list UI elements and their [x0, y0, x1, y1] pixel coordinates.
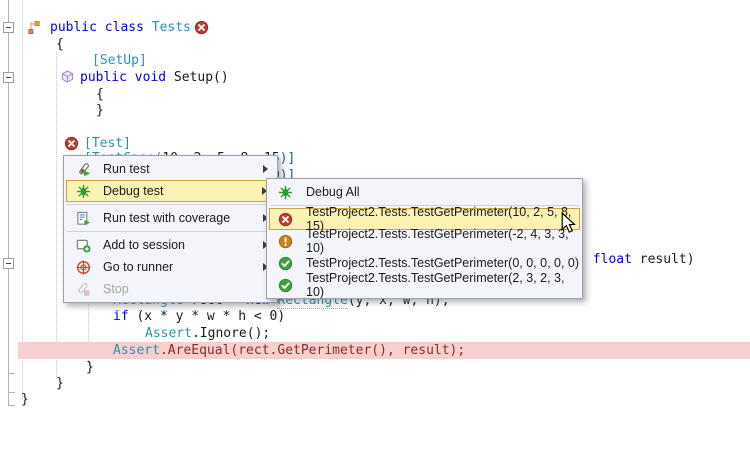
- stop-icon: [75, 281, 92, 297]
- code-line: Assert.Ignore();: [145, 325, 270, 342]
- code-line: if (x * y * w * h < 0): [113, 308, 285, 325]
- menu-item-label: Run test with coverage: [103, 211, 263, 225]
- submenu-item-debug-all[interactable]: Debug All: [269, 181, 580, 203]
- coverage-icon: [75, 210, 92, 226]
- menu-item-run-test[interactable]: Run test: [66, 158, 275, 180]
- menu-item-label: Debug test: [103, 184, 262, 198]
- menu-item-go-to-runner[interactable]: Go to runner: [66, 256, 275, 278]
- menu-item-debug-test[interactable]: Debug test: [66, 180, 275, 202]
- code-line: [Test]: [84, 135, 131, 152]
- error-status-icon: [64, 136, 79, 151]
- run-test-icon: [75, 161, 92, 177]
- runner-icon: [75, 259, 92, 275]
- debug-icon: [75, 183, 92, 199]
- menu-separator: [67, 204, 274, 205]
- mouse-cursor: [560, 212, 576, 239]
- menu-item-label: Run test: [103, 162, 263, 176]
- menu-separator: [67, 231, 274, 232]
- error-status-icon: [194, 20, 209, 35]
- code-line: }: [21, 391, 29, 408]
- success-icon: [277, 255, 294, 271]
- code-line: [SetUp]: [92, 52, 147, 69]
- submenu-item-testproject2-tests-testgetperimeter-2-3-[interactable]: TestProject2.Tests.TestGetPerimeter(2, 3…: [269, 274, 580, 296]
- debug-icon: [277, 184, 294, 200]
- error-icon: [277, 211, 294, 227]
- success-icon: [277, 277, 294, 293]
- code-line: public void Setup(): [80, 69, 229, 86]
- debug-test-submenu: Debug All TestProject2.Tests.TestGetPerim…: [266, 178, 583, 299]
- menu-item-run-test-with-coverage[interactable]: Run test with coverage: [66, 207, 275, 229]
- submenu-arrow-icon: [263, 165, 268, 173]
- menu-item-label: TestProject2.Tests.TestGetPerimeter(0, 0…: [306, 256, 580, 270]
- menu-item-label: Stop: [103, 282, 275, 296]
- add-session-icon: [75, 237, 92, 253]
- code-editor-screen: public class Tests{[SetUp]public void Se…: [0, 0, 750, 476]
- code-line: }: [56, 375, 64, 392]
- code-line: Assert.AreEqual(rect.GetPerimeter(), res…: [113, 342, 465, 359]
- code-line: public class Tests: [50, 19, 191, 36]
- code-line: {: [56, 36, 64, 53]
- test-context-menu: Run test Debug test Run test with coverage…: [63, 155, 278, 303]
- menu-item-add-to-session[interactable]: Add to session: [66, 234, 275, 256]
- menu-item-label: TestProject2.Tests.TestGetPerimeter(2, 3…: [306, 271, 580, 299]
- submenu-item-testproject2-tests-testgetperimeter-2-4-[interactable]: TestProject2.Tests.TestGetPerimeter(-2, …: [269, 230, 580, 252]
- menu-item-label: Debug All: [306, 185, 580, 199]
- menu-item-label: TestProject2.Tests.TestGetPerimeter(-2, …: [306, 227, 580, 255]
- menu-item-label: Go to runner: [103, 260, 263, 274]
- code-line: }: [86, 359, 94, 376]
- code-line: }: [96, 102, 104, 119]
- warning-icon: [277, 233, 294, 249]
- menu-item-stop: Stop: [66, 278, 275, 300]
- code-line: {: [96, 86, 104, 103]
- menu-item-label: Add to session: [103, 238, 263, 252]
